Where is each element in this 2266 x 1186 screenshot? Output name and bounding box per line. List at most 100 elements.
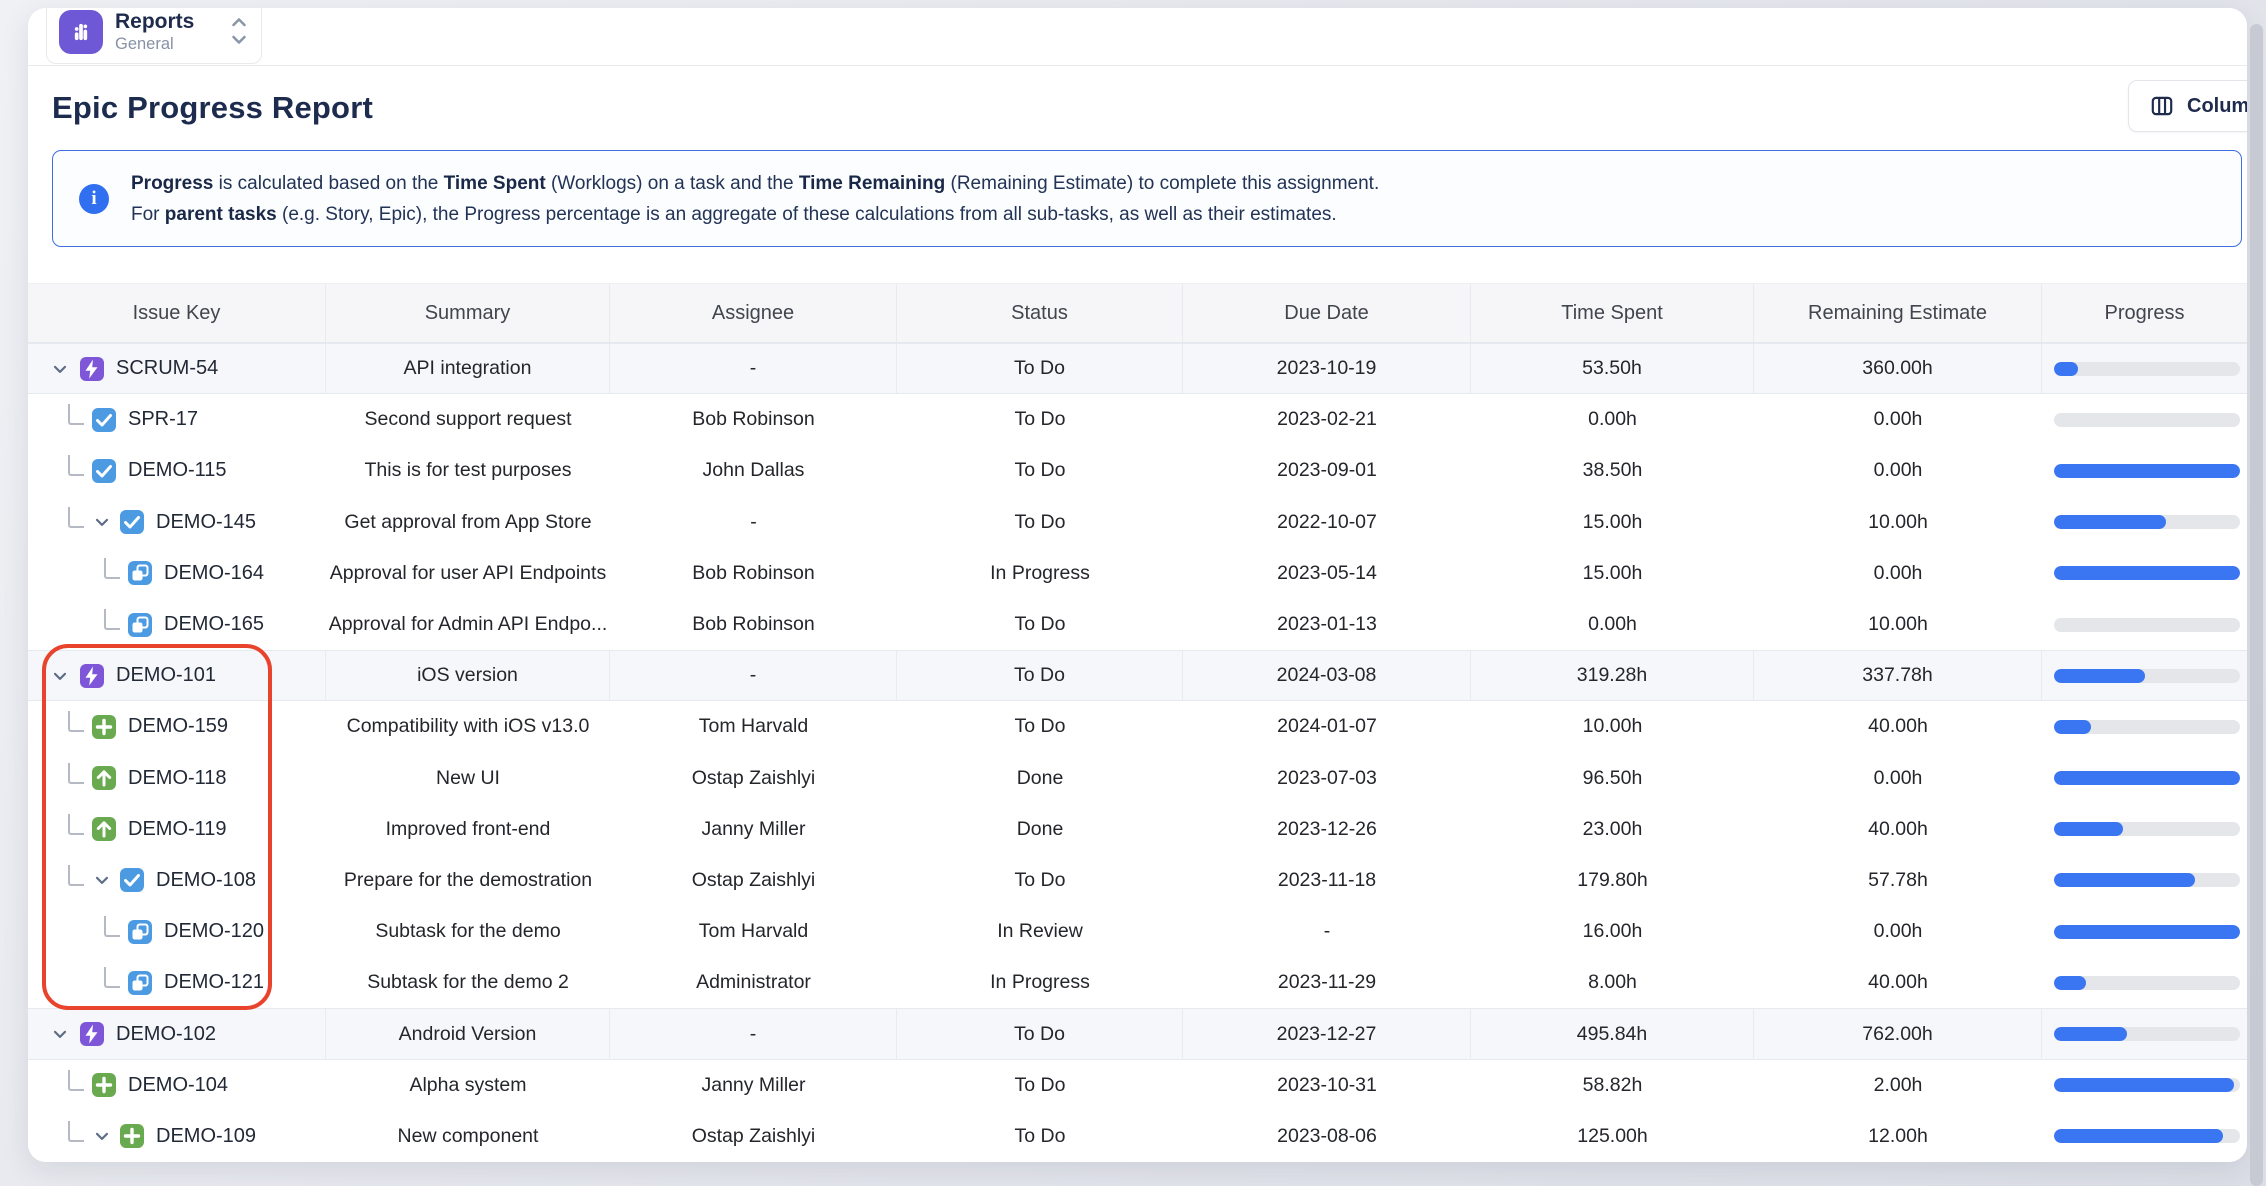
time-spent-cell: 38.50h bbox=[1471, 445, 1754, 496]
expand-chevron-icon[interactable] bbox=[50, 666, 70, 686]
summary-cell: Subtask for the demo bbox=[326, 906, 610, 957]
assignee-cell: - bbox=[610, 344, 897, 393]
issue-key-cell: DEMO-115 bbox=[28, 445, 326, 496]
improvement-icon bbox=[92, 817, 116, 841]
summary-cell: Second support request bbox=[326, 394, 610, 445]
issue-key[interactable]: DEMO-101 bbox=[116, 664, 216, 687]
remaining-estimate-cell: 762.00h bbox=[1754, 1009, 2042, 1058]
due-date-cell: 2024-01-07 bbox=[1183, 701, 1471, 752]
table-header-row: Issue KeySummaryAssigneeStatusDue DateTi… bbox=[28, 283, 2247, 343]
summary-cell: Get approval from App Store bbox=[326, 497, 610, 548]
table-row: DEMO-159Compatibility with iOS v13.0Tom … bbox=[28, 701, 2247, 752]
tree-elbow-connector bbox=[104, 967, 120, 988]
table-row: DEMO-164Approval for user API EndpointsB… bbox=[28, 548, 2247, 599]
issue-key-cell: DEMO-145 bbox=[28, 497, 326, 548]
issue-key[interactable]: DEMO-159 bbox=[128, 715, 228, 738]
summary-cell: New UI bbox=[326, 753, 610, 804]
expand-chevron-icon[interactable] bbox=[92, 870, 112, 890]
issue-key[interactable]: DEMO-121 bbox=[164, 971, 264, 994]
expand-chevron-icon[interactable] bbox=[92, 1126, 112, 1146]
progress-bar bbox=[2054, 413, 2240, 427]
status-cell: To Do bbox=[897, 599, 1183, 650]
status-cell: To Do bbox=[897, 1111, 1183, 1162]
column-header-assignee: Assignee bbox=[610, 284, 897, 342]
status-cell: Done bbox=[897, 804, 1183, 855]
progress-bar bbox=[2054, 515, 2240, 529]
issue-key-cell: DEMO-118 bbox=[28, 753, 326, 804]
progress-bar bbox=[2054, 464, 2240, 478]
assignee-cell: - bbox=[610, 497, 897, 548]
status-cell: To Do bbox=[897, 344, 1183, 393]
remaining-estimate-cell: 337.78h bbox=[1754, 651, 2042, 700]
progress-cell bbox=[2042, 599, 2247, 650]
time-spent-cell: 23.00h bbox=[1471, 804, 1754, 855]
expand-chevron-icon[interactable] bbox=[92, 512, 112, 532]
summary-cell: Subtask for the demo 2 bbox=[326, 957, 610, 1008]
issue-key-cell: SCRUM-54 bbox=[28, 344, 326, 393]
status-cell: To Do bbox=[897, 445, 1183, 496]
info-text-segment: Progress bbox=[131, 173, 213, 194]
select-updown-chevrons-icon[interactable] bbox=[229, 14, 249, 53]
info-text-segment: Time Spent bbox=[444, 173, 546, 194]
column-header-summary: Summary bbox=[326, 284, 610, 342]
status-cell: To Do bbox=[897, 1060, 1183, 1111]
issue-key[interactable]: DEMO-115 bbox=[128, 459, 227, 482]
table-row: SPR-17Second support requestBob Robinson… bbox=[28, 394, 2247, 445]
assignee-cell: Bob Robinson bbox=[610, 599, 897, 650]
improvement-icon bbox=[92, 766, 116, 790]
due-date-cell: 2023-01-13 bbox=[1183, 599, 1471, 650]
expand-chevron-icon[interactable] bbox=[50, 1024, 70, 1044]
table-row: DEMO-108Prepare for the demostrationOsta… bbox=[28, 855, 2247, 906]
tree-elbow-connector bbox=[68, 865, 84, 886]
assignee-cell: - bbox=[610, 1009, 897, 1058]
summary-cell: Approval for user API Endpoints bbox=[326, 548, 610, 599]
progress-bar bbox=[2054, 618, 2240, 632]
issue-key-cell: DEMO-164 bbox=[28, 548, 326, 599]
summary-cell: Alpha system bbox=[326, 1060, 610, 1111]
status-cell: To Do bbox=[897, 394, 1183, 445]
issue-key[interactable]: DEMO-118 bbox=[128, 767, 227, 790]
title-row: Epic Progress Report Columns bbox=[28, 66, 2247, 150]
progress-cell bbox=[2042, 548, 2247, 599]
remaining-estimate-cell: 40.00h bbox=[1754, 701, 2042, 752]
issue-key[interactable]: SPR-17 bbox=[128, 408, 198, 431]
issue-key[interactable]: DEMO-108 bbox=[156, 869, 256, 892]
issue-key[interactable]: SCRUM-54 bbox=[116, 357, 218, 380]
assignee-cell: Janny Miller bbox=[610, 1060, 897, 1111]
progress-cell bbox=[2042, 344, 2247, 393]
columns-button[interactable]: Columns bbox=[2128, 80, 2247, 132]
page-title: Epic Progress Report bbox=[52, 90, 373, 126]
issue-key-cell: DEMO-102 bbox=[28, 1009, 326, 1058]
progress-cell bbox=[2042, 855, 2247, 906]
progress-cell bbox=[2042, 651, 2247, 700]
tree-elbow-connector bbox=[104, 916, 120, 937]
issue-key[interactable]: DEMO-120 bbox=[164, 920, 264, 943]
bar-chart-icon bbox=[68, 19, 94, 45]
time-spent-cell: 179.80h bbox=[1471, 855, 1754, 906]
vertical-scrollbar[interactable] bbox=[2250, 24, 2263, 1186]
table-row: SCRUM-54API integration-To Do2023-10-195… bbox=[28, 343, 2247, 394]
time-spent-cell: 495.84h bbox=[1471, 1009, 1754, 1058]
columns-button-label: Columns bbox=[2187, 95, 2247, 118]
epic-icon bbox=[80, 664, 104, 688]
progress-bar bbox=[2054, 1129, 2240, 1143]
issue-key[interactable]: DEMO-102 bbox=[116, 1023, 216, 1046]
expand-chevron-icon[interactable] bbox=[50, 359, 70, 379]
issue-key[interactable]: DEMO-165 bbox=[164, 613, 264, 636]
issue-key[interactable]: DEMO-145 bbox=[156, 511, 256, 534]
issue-key[interactable]: DEMO-104 bbox=[128, 1074, 228, 1097]
issue-key[interactable]: DEMO-109 bbox=[156, 1125, 256, 1148]
due-date-cell: 2023-10-19 bbox=[1183, 344, 1471, 393]
status-cell: To Do bbox=[897, 497, 1183, 548]
issue-key-cell: DEMO-104 bbox=[28, 1060, 326, 1111]
time-spent-cell: 15.00h bbox=[1471, 497, 1754, 548]
remaining-estimate-cell: 57.78h bbox=[1754, 855, 2042, 906]
progress-bar bbox=[2054, 720, 2240, 734]
info-line: Progress is calculated based on the Time… bbox=[131, 168, 1379, 199]
summary-cell: Android Version bbox=[326, 1009, 610, 1058]
issue-key[interactable]: DEMO-164 bbox=[164, 562, 264, 585]
report-selector[interactable]: Reports General bbox=[46, 8, 262, 64]
task-icon bbox=[120, 868, 144, 892]
tree-elbow-connector bbox=[68, 507, 84, 528]
issue-key[interactable]: DEMO-119 bbox=[128, 818, 227, 841]
